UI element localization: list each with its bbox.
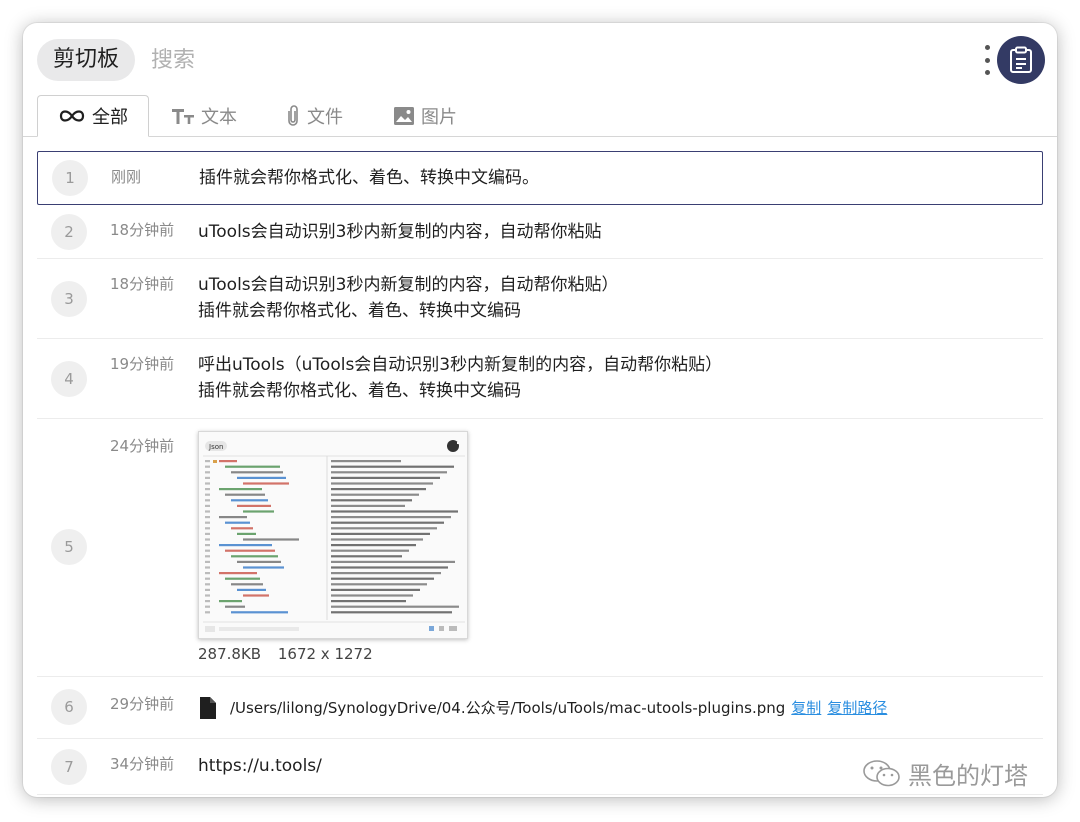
file-entry: /Users/lilong/SynologyDrive/04.公众号/Tools… [198,695,887,721]
image-meta: 287.8KB 1672 x 1272 [198,645,373,663]
watermark-text: 黑色的灯塔 [908,762,1028,790]
list-item[interactable]: 4 19分钟前 呼出uTools（uTools会自动识别3秒内新复制的内容，自动… [37,339,1043,419]
clipboard-list: 1 刚刚 插件就会帮你格式化、着色、转换中文编码。 2 18分钟前 uTools… [37,151,1043,795]
more-menu-icon[interactable] [981,45,993,75]
tab-bar: 全部 文本 文件 图片 [23,95,1057,137]
item-index: 1 [52,160,88,196]
item-time: 刚刚 [111,168,142,186]
watermark: 黑色的灯塔 [862,756,1028,791]
header: 剪切板 [23,23,1057,97]
item-text-line: uTools会自动识别3秒内新复制的内容，自动帮你粘贴） [198,275,619,295]
item-index: 6 [51,689,87,725]
item-time: 18分钟前 [110,221,175,239]
tab-image-label: 图片 [421,107,457,128]
item-index: 2 [51,214,87,250]
tab-text-label: 文本 [201,107,237,128]
list-item[interactable]: 2 18分钟前 uTools会自动识别3秒内新复制的内容，自动帮你粘贴 [37,205,1043,259]
text-format-icon [172,109,194,124]
infinity-icon [59,110,85,122]
paperclip-icon [288,105,298,126]
clipboard-window: 剪切板 全部 文本 [23,23,1057,797]
item-text: 插件就会帮你格式化、着色、转换中文编码。 [199,168,539,188]
item-time: 19分钟前 [110,355,175,373]
tab-file[interactable]: 文件 [285,95,343,137]
item-text-line: 插件就会帮你格式化、着色、转换中文编码 [198,301,521,321]
list-item-image[interactable]: 5 24分钟前 Json 287.8KB 1672 x 1272 [37,419,1043,677]
item-url: https://u.tools/ [198,756,322,776]
item-time: 18分钟前 [110,275,175,293]
tab-all[interactable]: 全部 [37,95,149,137]
clipboard-title-pill[interactable]: 剪切板 [37,39,136,81]
item-index: 4 [51,361,87,397]
image-icon [394,107,414,125]
item-time: 34分钟前 [110,755,175,773]
image-dimensions: 1672 x 1272 [277,645,373,663]
item-index: 3 [51,281,87,317]
item-text: 呼出uTools（uTools会自动识别3秒内新复制的内容，自动帮你粘贴） 插件… [198,352,722,404]
copy-link[interactable]: 复制 [791,695,821,721]
item-time: 24分钟前 [110,437,175,455]
search-input[interactable] [151,41,851,79]
thumb-tag: Json [208,443,223,451]
wechat-icon [863,759,900,786]
item-text-line: 插件就会帮你格式化、着色、转换中文编码 [198,381,521,401]
tab-file-label: 文件 [307,107,343,128]
list-item-file[interactable]: 6 29分钟前 /Users/lilong/SynologyDrive/04.公… [37,677,1043,739]
item-text: uTools会自动识别3秒内新复制的内容，自动帮你粘贴 [198,222,602,242]
clipboard-icon [1010,46,1032,73]
item-index: 5 [51,529,87,565]
json-editor-screenshot: Json [199,432,467,638]
tab-text[interactable]: 文本 [171,95,237,137]
file-path: /Users/lilong/SynologyDrive/04.公众号/Tools… [230,699,786,717]
tab-all-label: 全部 [92,107,128,128]
clipboard-plugin-avatar[interactable] [997,36,1045,84]
list-item[interactable]: 1 刚刚 插件就会帮你格式化、着色、转换中文编码。 [37,151,1043,205]
item-text-line: 呼出uTools（uTools会自动识别3秒内新复制的内容，自动帮你粘贴） [198,355,723,375]
file-icon [200,697,216,719]
image-size: 287.8KB [198,645,262,663]
tab-image[interactable]: 图片 [393,95,457,137]
copy-path-link[interactable]: 复制路径 [827,695,887,721]
list-item[interactable]: 3 18分钟前 uTools会自动识别3秒内新复制的内容，自动帮你粘贴） 插件就… [37,259,1043,339]
item-index: 7 [51,749,87,785]
item-time: 29分钟前 [110,695,175,713]
item-text: uTools会自动识别3秒内新复制的内容，自动帮你粘贴） 插件就会帮你格式化、着… [198,272,618,324]
image-thumbnail[interactable]: Json [198,431,468,639]
